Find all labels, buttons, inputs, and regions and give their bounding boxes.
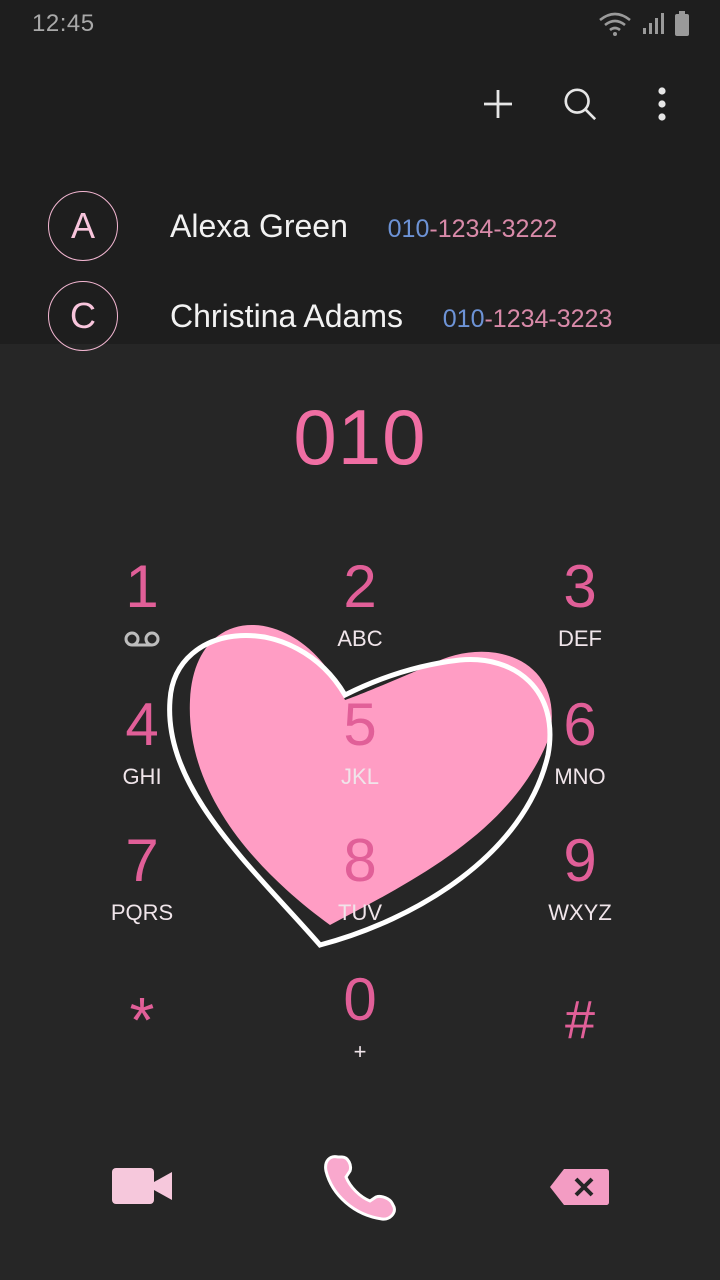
battery-icon: [675, 11, 689, 36]
number-rest: -1234-3222: [429, 214, 558, 243]
key-digit: 0: [343, 966, 377, 1033]
suggestion-item[interactable]: A Alexa Green 010-1234-3222: [0, 186, 720, 266]
key-digit: 5: [343, 691, 377, 758]
more-options-icon: [658, 87, 666, 121]
key-letters: GHI: [122, 764, 162, 789]
key-digit: 3: [563, 553, 597, 620]
key-letters: DEF: [558, 626, 602, 651]
key-letters: TUV: [338, 900, 382, 925]
key-7[interactable]: 7 PQRS: [62, 826, 222, 946]
key-hash[interactable]: #: [500, 985, 660, 1105]
contact-name: Alexa Green: [170, 207, 348, 244]
key-letters: MNO: [554, 764, 606, 789]
key-digit: 7: [125, 827, 159, 894]
search-icon: [564, 88, 597, 121]
number-match: 010: [387, 214, 430, 243]
call-button[interactable]: [318, 1148, 402, 1226]
key-letters: ABC: [337, 626, 383, 651]
key-letters: +: [353, 1039, 367, 1064]
key-2[interactable]: 2 ABC: [280, 552, 440, 672]
key-1[interactable]: 1: [62, 552, 222, 672]
key-digit: 6: [563, 691, 597, 758]
call-icon: [324, 1155, 396, 1221]
backspace-icon: [550, 1169, 609, 1205]
key-8[interactable]: 8 TUV: [280, 826, 440, 946]
number-match: 010: [442, 304, 485, 333]
contact-entry: Alexa Green 010-1234-3222: [170, 208, 557, 245]
toolbar: [480, 82, 680, 126]
key-4[interactable]: 4 GHI: [62, 690, 222, 810]
wifi-icon: [599, 12, 631, 36]
number-rest: -1234-3223: [484, 304, 613, 333]
key-9[interactable]: 9 WXYZ: [500, 826, 660, 946]
key-digit: 1: [125, 553, 159, 620]
video-call-icon: [112, 1168, 172, 1204]
key-0[interactable]: 0 +: [280, 965, 440, 1085]
status-icons: [598, 10, 690, 38]
backspace-button[interactable]: [546, 1164, 612, 1210]
key-letters: JKL: [341, 764, 379, 789]
more-options-button[interactable]: [644, 82, 680, 126]
contact-entry: Christina Adams 010-1234-3223: [170, 298, 612, 335]
key-letters: PQRS: [110, 900, 174, 925]
top-panel: 12:45 A Alexa Green 010-1234-3222 C Chri…: [0, 0, 720, 351]
key-6[interactable]: 6 MNO: [500, 690, 660, 810]
add-contact-button[interactable]: [480, 82, 516, 126]
search-button[interactable]: [562, 82, 598, 126]
key-digit: 9: [563, 827, 597, 894]
video-call-button[interactable]: [108, 1160, 176, 1212]
key-digit: 8: [343, 827, 377, 894]
signal-icon: [643, 13, 664, 34]
key-digit: 2: [343, 553, 377, 620]
key-star[interactable]: *: [62, 985, 222, 1105]
add-icon: [484, 90, 512, 118]
key-5[interactable]: 5 JKL: [280, 690, 440, 810]
contact-number: 010-1234-3222: [388, 215, 558, 243]
contact-name: Christina Adams: [170, 297, 403, 334]
avatar: C: [48, 281, 118, 351]
contact-number: 010-1234-3223: [443, 305, 613, 333]
key-3[interactable]: 3 DEF: [500, 552, 660, 672]
key-digit: #: [564, 990, 596, 1050]
suggestion-item[interactable]: C Christina Adams 010-1234-3223: [0, 276, 720, 356]
key-letters: WXYZ: [548, 900, 612, 925]
key-digit: *: [129, 984, 155, 1056]
status-time: 12:45: [32, 10, 95, 37]
voicemail-icon: [124, 631, 160, 647]
key-digit: 4: [125, 691, 159, 758]
dialed-number[interactable]: 010: [0, 392, 720, 483]
avatar: A: [48, 191, 118, 261]
